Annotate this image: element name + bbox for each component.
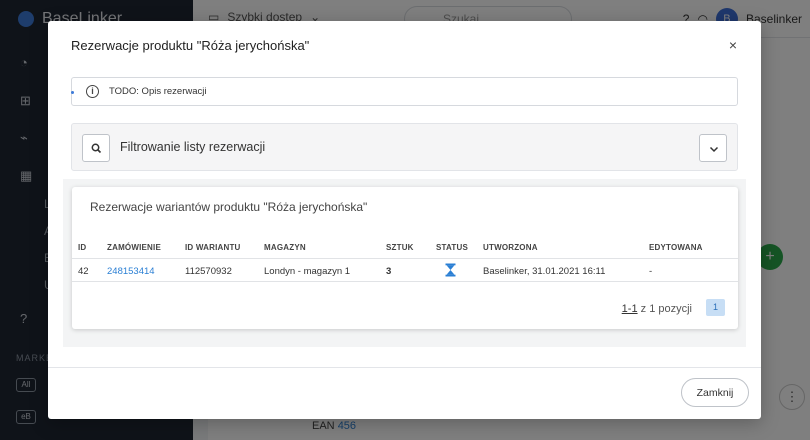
cell-edited: -	[649, 266, 653, 277]
info-alert: i TODO: Opis rezerwacji	[71, 77, 738, 106]
pagination-range[interactable]: 1-1	[622, 303, 638, 315]
column-header-status[interactable]: STATUS	[436, 243, 468, 252]
footer-divider	[48, 367, 761, 368]
cell-created: Baselinker, 31.01.2021 16:11	[483, 266, 606, 277]
pagination-summary: 1-1 z 1 pozycji	[622, 303, 692, 315]
info-text: TODO: Opis rezerwacji	[109, 86, 207, 97]
card-title: Rezerwacje wariantów produktu "Róża jery…	[90, 200, 368, 214]
pagination-rest: z 1 pozycji	[640, 303, 692, 315]
column-header-variant-id[interactable]: ID WARIANTU	[185, 243, 241, 252]
table-row: 42 248153414 112570932 Londyn - magazyn …	[72, 260, 738, 282]
close-icon[interactable]: ×	[729, 38, 737, 52]
cell-variant-id: 112570932	[185, 266, 232, 277]
filter-search-button[interactable]	[82, 134, 110, 162]
column-header-warehouse[interactable]: MAGAZYN	[264, 243, 306, 252]
filter-panel: Filtrowanie listy rezerwacji	[71, 123, 738, 171]
filter-title: Filtrowanie listy rezerwacji	[120, 140, 266, 154]
alert-accent	[71, 91, 74, 94]
page-button-1[interactable]: 1	[706, 299, 725, 316]
column-header-quantity[interactable]: SZTUK	[386, 243, 414, 252]
cell-quantity: 3	[386, 266, 392, 277]
table-header: ID ZAMÓWIENIE ID WARIANTU MAGAZYN SZTUK …	[72, 237, 738, 259]
reservations-section: Rezerwacje wariantów produktu "Róża jery…	[63, 179, 746, 347]
close-button[interactable]: Zamknij	[681, 378, 749, 407]
hourglass-icon	[445, 263, 456, 280]
modal-title: Rezerwacje produktu "Róża jerychońska"	[71, 38, 310, 53]
column-header-created[interactable]: UTWORZONA	[483, 243, 538, 252]
info-icon: i	[86, 85, 99, 98]
cell-id: 42	[78, 266, 89, 277]
reservations-modal: Rezerwacje produktu "Róża jerychońska" ×…	[48, 21, 761, 419]
column-header-order[interactable]: ZAMÓWIENIE	[107, 243, 161, 252]
column-header-id[interactable]: ID	[78, 243, 86, 252]
search-icon	[91, 143, 102, 154]
reservations-card: Rezerwacje wariantów produktu "Róża jery…	[72, 187, 738, 329]
filter-expand-button[interactable]	[699, 134, 727, 162]
order-link[interactable]: 248153414	[107, 266, 155, 277]
chevron-down-icon	[709, 146, 719, 153]
cell-warehouse: Londyn - magazyn 1	[264, 266, 351, 277]
column-header-edited[interactable]: EDYTOWANA	[649, 243, 703, 252]
